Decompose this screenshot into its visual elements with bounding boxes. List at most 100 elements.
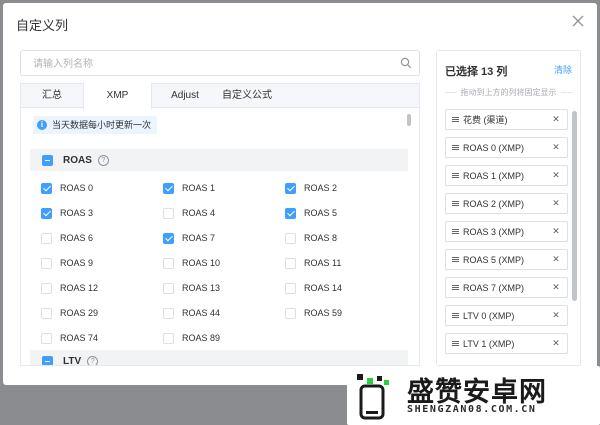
update-notice: i 当天数据每小时更新一次 [33, 116, 158, 134]
option-label: ROAS 89 [182, 333, 221, 343]
column-option[interactable]: ROAS 59 [285, 306, 342, 320]
drag-handle-icon[interactable] [452, 285, 459, 290]
option-checkbox[interactable] [41, 332, 52, 344]
column-option[interactable]: ROAS 14 [285, 281, 342, 295]
drag-handle-icon[interactable] [452, 257, 459, 262]
option-checkbox[interactable] [285, 182, 296, 194]
group-checkbox-roas[interactable] [42, 154, 53, 166]
search-input[interactable] [31, 55, 395, 73]
option-label: ROAS 6 [60, 233, 94, 243]
column-option[interactable]: ROAS 9 [41, 256, 93, 270]
column-option[interactable]: ROAS 74 [41, 331, 98, 345]
selected-column-chip[interactable]: ROAS 2 (XMP) ✕ [445, 193, 568, 214]
remove-icon[interactable]: ✕ [551, 338, 561, 349]
option-label: ROAS 8 [304, 233, 338, 243]
drag-handle-icon[interactable] [452, 229, 459, 234]
clear-link[interactable]: 清除 [554, 63, 572, 76]
drag-handle-icon[interactable] [452, 201, 459, 206]
group-name: LTV [63, 355, 82, 366]
group-checkbox-ltv[interactable] [42, 355, 53, 365]
selected-column-chip[interactable]: ROAS 0 (XMP) ✕ [445, 137, 568, 158]
option-checkbox[interactable] [285, 207, 296, 219]
drag-handle-icon[interactable] [452, 117, 459, 122]
remove-icon[interactable]: ✕ [551, 198, 561, 209]
help-icon[interactable]: ? [97, 154, 109, 166]
remove-icon[interactable]: ✕ [551, 170, 561, 181]
option-checkbox[interactable] [163, 257, 174, 269]
column-option[interactable]: ROAS 44 [163, 306, 220, 320]
selected-column-chip[interactable]: ROAS 5 (XMP) ✕ [445, 249, 568, 270]
search-icon[interactable] [400, 57, 412, 69]
option-checkbox[interactable] [285, 307, 296, 319]
column-option[interactable]: ROAS 11 [285, 256, 341, 270]
option-checkbox[interactable] [163, 232, 174, 244]
close-button[interactable] [571, 14, 585, 28]
option-checkbox[interactable] [163, 182, 174, 194]
option-checkbox[interactable] [285, 257, 296, 269]
help-icon[interactable]: ? [87, 355, 99, 365]
option-label: ROAS 14 [304, 283, 343, 293]
divider [560, 92, 572, 93]
option-checkbox[interactable] [41, 307, 52, 319]
selected-column-chip[interactable]: 花费 (渠道) ✕ [445, 109, 568, 130]
close-icon [572, 15, 584, 27]
drag-handle-icon[interactable] [452, 313, 459, 318]
remove-icon[interactable]: ✕ [551, 310, 561, 321]
column-option[interactable]: ROAS 6 [41, 231, 93, 245]
option-label: ROAS 10 [182, 258, 221, 268]
selected-column-chip[interactable]: ROAS 1 (XMP) ✕ [445, 165, 568, 186]
column-list: i 当天数据每小时更新一次 ROAS ? ROAS 0 ROAS 1 ROAS 2 R… [20, 108, 420, 366]
option-checkbox[interactable] [163, 207, 174, 219]
column-option[interactable]: ROAS 10 [163, 256, 220, 270]
option-checkbox[interactable] [163, 307, 174, 319]
group-header-roas: ROAS ? [30, 149, 408, 171]
remove-icon[interactable]: ✕ [551, 226, 561, 237]
column-option[interactable]: ROAS 0 [41, 181, 93, 195]
selected-column-chip[interactable]: LTV 1 (XMP) ✕ [445, 333, 568, 354]
column-option[interactable]: ROAS 12 [41, 281, 98, 295]
column-option[interactable]: ROAS 5 [285, 206, 337, 220]
group-name: ROAS [63, 154, 92, 166]
option-checkbox[interactable] [41, 257, 52, 269]
column-option[interactable]: ROAS 89 [163, 331, 220, 345]
column-option[interactable]: ROAS 3 [41, 206, 93, 220]
column-option[interactable]: ROAS 29 [41, 306, 98, 320]
column-option[interactable]: ROAS 7 [163, 231, 215, 245]
option-checkbox[interactable] [163, 332, 174, 344]
column-option[interactable]: ROAS 2 [285, 181, 337, 195]
selected-column-chip[interactable]: LTV 0 (XMP) ✕ [445, 305, 568, 326]
selected-columns-panel: 已选择 13 列 清除 拖动到上方的列将固定显示 花费 (渠道) ✕ ROAS 0 … [436, 50, 581, 366]
tab-xmp[interactable]: XMP [83, 83, 152, 109]
remove-icon[interactable]: ✕ [551, 254, 561, 265]
dialog-title: 自定义列 [16, 18, 69, 33]
selected-column-chip[interactable]: ROAS 3 (XMP) ✕ [445, 221, 568, 242]
option-checkbox[interactable] [41, 282, 52, 294]
tab-custom-formula[interactable]: 自定义公式 [218, 83, 276, 108]
column-option[interactable]: ROAS 1 [163, 181, 215, 195]
group-header-ltv: LTV ? [30, 350, 408, 366]
option-checkbox[interactable] [285, 282, 296, 294]
column-option[interactable]: ROAS 8 [285, 231, 337, 245]
option-label: ROAS 1 [182, 183, 216, 193]
option-label: ROAS 7 [182, 233, 216, 243]
column-option[interactable]: ROAS 13 [163, 281, 220, 295]
selected-scrollbar[interactable] [572, 111, 577, 301]
selected-column-chip[interactable]: ROAS 7 (XMP) ✕ [445, 277, 568, 298]
list-scrollbar[interactable] [407, 114, 411, 126]
option-checkbox[interactable] [41, 232, 52, 244]
drag-handle-icon[interactable] [452, 341, 459, 346]
tab-adjust[interactable]: Adjust [152, 83, 218, 108]
option-checkbox[interactable] [41, 182, 52, 194]
remove-icon[interactable]: ✕ [551, 114, 561, 125]
drag-handle-icon[interactable] [452, 145, 459, 150]
drag-handle-icon[interactable] [452, 173, 459, 178]
option-checkbox[interactable] [285, 232, 296, 244]
option-checkbox[interactable] [41, 207, 52, 219]
column-option[interactable]: ROAS 4 [163, 206, 215, 220]
chip-label: ROAS 0 (XMP) [463, 142, 525, 153]
option-checkbox[interactable] [163, 282, 174, 294]
tab-summary[interactable]: 汇总 [21, 83, 83, 108]
remove-icon[interactable]: ✕ [551, 142, 561, 153]
remove-icon[interactable]: ✕ [551, 282, 561, 293]
chip-label: ROAS 3 (XMP) [463, 226, 525, 237]
